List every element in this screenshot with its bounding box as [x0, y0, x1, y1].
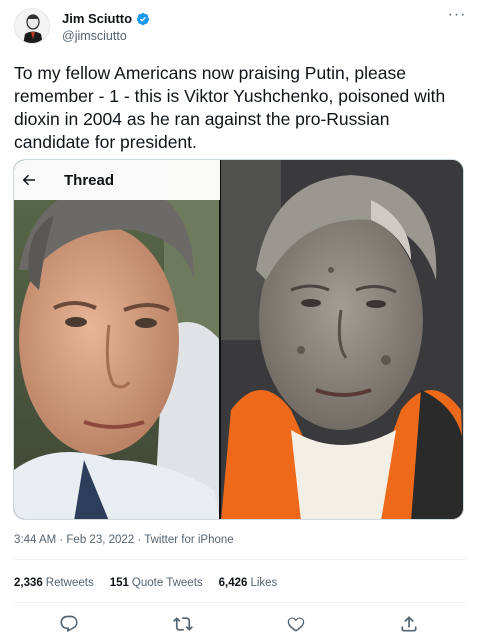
quotes-count: 151: [109, 577, 129, 589]
photo-before-icon[interactable]: [14, 160, 220, 519]
tweet-actions: [0, 614, 481, 636]
like-icon[interactable]: [286, 614, 306, 634]
retweet-icon[interactable]: [173, 614, 193, 634]
thread-title: Thread: [64, 171, 115, 189]
share-icon[interactable]: [399, 614, 419, 634]
thread-header: Thread: [14, 160, 220, 200]
avatar-cartoon-icon: [15, 9, 49, 43]
divider: [14, 602, 466, 603]
author-handle[interactable]: @jimsciutto: [62, 29, 150, 43]
verified-badge-icon: [136, 12, 150, 25]
quotes-stat[interactable]: 151 Quote Tweets: [110, 577, 203, 589]
tweet-text: To my fellow Americans now praising Puti…: [14, 63, 446, 152]
likes-label: Likes: [250, 577, 278, 589]
retweets-stat[interactable]: 2,336 Retweets: [14, 577, 94, 589]
more-options-icon[interactable]: ···: [447, 7, 467, 26]
photo-after-icon[interactable]: [221, 160, 463, 519]
author-avatar[interactable]: [14, 8, 50, 44]
divider: [14, 559, 466, 560]
retweets-label: Retweets: [45, 577, 94, 589]
tweet-timestamp[interactable]: 3:44 AM · Feb 23, 2022 · Twitter for iPh…: [14, 534, 234, 546]
arrow-left-icon[interactable]: [20, 171, 38, 189]
retweets-count: 2,336: [14, 577, 43, 589]
engagement-stats: 2,336 Retweets 151 Quote Tweets 6,426 Likes: [14, 577, 277, 589]
author-name[interactable]: Jim Sciutto: [62, 11, 132, 26]
tweet-media[interactable]: Thread: [13, 159, 464, 520]
quotes-label: Quote Tweets: [131, 577, 203, 589]
likes-stat[interactable]: 6,426 Likes: [219, 577, 278, 589]
tweet-header: Jim Sciutto @jimsciutto ···: [14, 7, 469, 50]
reply-icon[interactable]: [59, 614, 79, 634]
likes-count: 6,426: [218, 577, 248, 589]
